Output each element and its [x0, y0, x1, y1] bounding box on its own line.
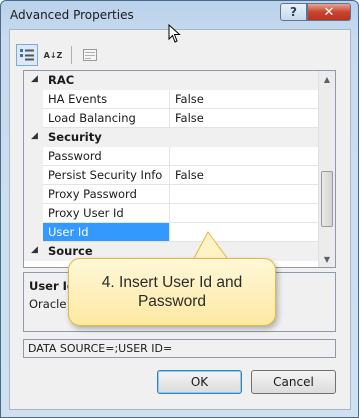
property-name[interactable]: Proxy User Id: [43, 204, 170, 223]
property-row-password[interactable]: Password: [24, 147, 318, 166]
close-button[interactable]: ✕: [307, 3, 351, 21]
ok-button[interactable]: OK: [157, 370, 242, 394]
category-security[interactable]: ◢ Security: [24, 128, 318, 147]
property-value[interactable]: False: [170, 90, 318, 109]
property-row-user-id[interactable]: User Id: [24, 223, 318, 242]
property-name[interactable]: User Id: [43, 223, 170, 242]
property-value[interactable]: [170, 147, 318, 166]
property-pages-icon: [83, 49, 97, 61]
collapse-triangle-icon[interactable]: ◢: [31, 131, 38, 141]
property-row-persist-security-info[interactable]: Persist Security Info False: [24, 166, 318, 185]
property-row-load-balancing[interactable]: Load Balancing False: [24, 109, 318, 128]
property-pages-button[interactable]: [79, 44, 101, 66]
property-name[interactable]: Proxy Password: [43, 185, 170, 204]
property-value[interactable]: False: [170, 166, 318, 185]
sort-az-icon: A↓Z: [43, 50, 63, 60]
category-label: Security: [48, 130, 102, 144]
scroll-down-arrow-icon[interactable]: ▼: [319, 251, 335, 267]
category-label: Source: [48, 244, 93, 258]
category-label: RAC: [48, 73, 75, 87]
grid-vertical-scrollbar[interactable]: ▲ ▼: [318, 71, 335, 267]
property-value[interactable]: False: [170, 109, 318, 128]
toolbar-separator: [71, 46, 72, 64]
scroll-up-arrow-icon[interactable]: ▲: [319, 71, 335, 87]
property-name[interactable]: Load Balancing: [43, 109, 170, 128]
categorized-view-icon: [20, 49, 34, 61]
property-value[interactable]: [170, 204, 318, 223]
cancel-button[interactable]: Cancel: [251, 370, 336, 394]
property-grid-toolbar: A↓Z: [16, 43, 101, 67]
scroll-thumb[interactable]: [321, 171, 333, 227]
window-title: Advanced Properties: [10, 8, 134, 22]
collapse-triangle-icon[interactable]: ◢: [31, 245, 38, 255]
categorized-view-button[interactable]: [16, 44, 38, 66]
collapse-triangle-icon[interactable]: ◢: [31, 74, 38, 84]
help-button[interactable]: ?: [280, 3, 307, 21]
mouse-cursor-icon: [168, 24, 181, 43]
property-name[interactable]: HA Events: [43, 90, 170, 109]
property-row-ha-events[interactable]: HA Events False: [24, 90, 318, 109]
property-name[interactable]: Password: [43, 147, 170, 166]
connection-string-field: DATA SOURCE=;USER ID=: [23, 339, 336, 358]
property-name[interactable]: Persist Security Info: [43, 166, 170, 185]
property-value[interactable]: [170, 185, 318, 204]
category-rac[interactable]: ◢ RAC: [24, 71, 318, 90]
instruction-callout: 4. Insert User Id and Password: [68, 258, 276, 326]
property-row-proxy-password[interactable]: Proxy Password: [24, 185, 318, 204]
property-grid: ◢ RAC HA Events False Load Balancing Fal…: [23, 70, 336, 268]
callout-text: 4. Insert User Id and Password: [101, 274, 243, 310]
property-row-proxy-user-id[interactable]: Proxy User Id: [24, 204, 318, 223]
alphabetical-sort-button[interactable]: A↓Z: [42, 44, 64, 66]
